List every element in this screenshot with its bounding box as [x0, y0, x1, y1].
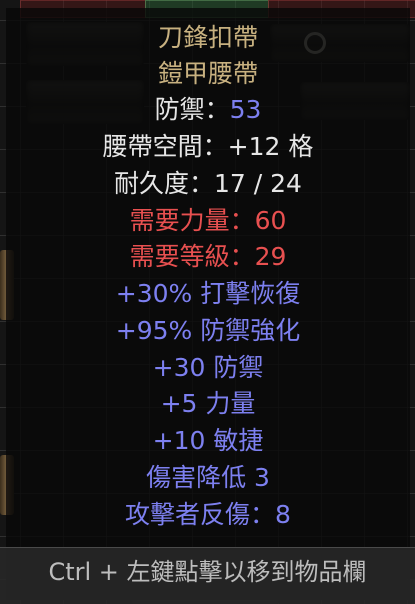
req-level-value: 29 [254, 242, 287, 271]
item-belt-size: 腰帶空間：+12 格 [102, 132, 314, 161]
item-requirement-level: 需要等級：29 [6, 240, 410, 274]
item-tooltip: 刀鋒扣帶 鎧甲腰帶 防禦：53 腰帶空間：+12 格 耐久度：17 / 24 需… [6, 8, 410, 600]
tooltip-footer: Ctrl + 左鍵點擊以移到物品欄 [0, 547, 415, 604]
defense-label: 防禦： [154, 95, 230, 124]
item-requirement-strength: 需要力量：60 [6, 204, 410, 238]
defense-value: 53 [229, 95, 262, 124]
item-mod: +30% 打擊恢復 [115, 279, 301, 308]
item-mod: 攻擊者反傷：8 [125, 500, 291, 529]
item-mod: +30 防禦 [152, 353, 264, 382]
item-defense: 防禦：53 [6, 93, 410, 127]
item-mod: +95% 防禦強化 [115, 316, 301, 345]
item-mod: +10 敏捷 [152, 426, 264, 455]
item-base-type: 鎧甲腰帶 [157, 59, 258, 88]
item-name: 刀鋒扣帶 [157, 23, 258, 52]
req-strength-value: 60 [254, 206, 287, 235]
item-mod: 傷害降低 3 [146, 463, 270, 492]
req-strength-label: 需要力量： [129, 206, 255, 235]
req-level-label: 需要等級： [129, 242, 255, 271]
item-durability: 耐久度：17 / 24 [114, 169, 302, 198]
ctrl-click-hint: Ctrl + 左鍵點擊以移到物品欄 [48, 558, 367, 586]
game-screen: 刀鋒扣帶 鎧甲腰帶 防禦：53 腰帶空間：+12 格 耐久度：17 / 24 需… [0, 0, 415, 604]
item-mod: +5 力量 [160, 389, 256, 418]
